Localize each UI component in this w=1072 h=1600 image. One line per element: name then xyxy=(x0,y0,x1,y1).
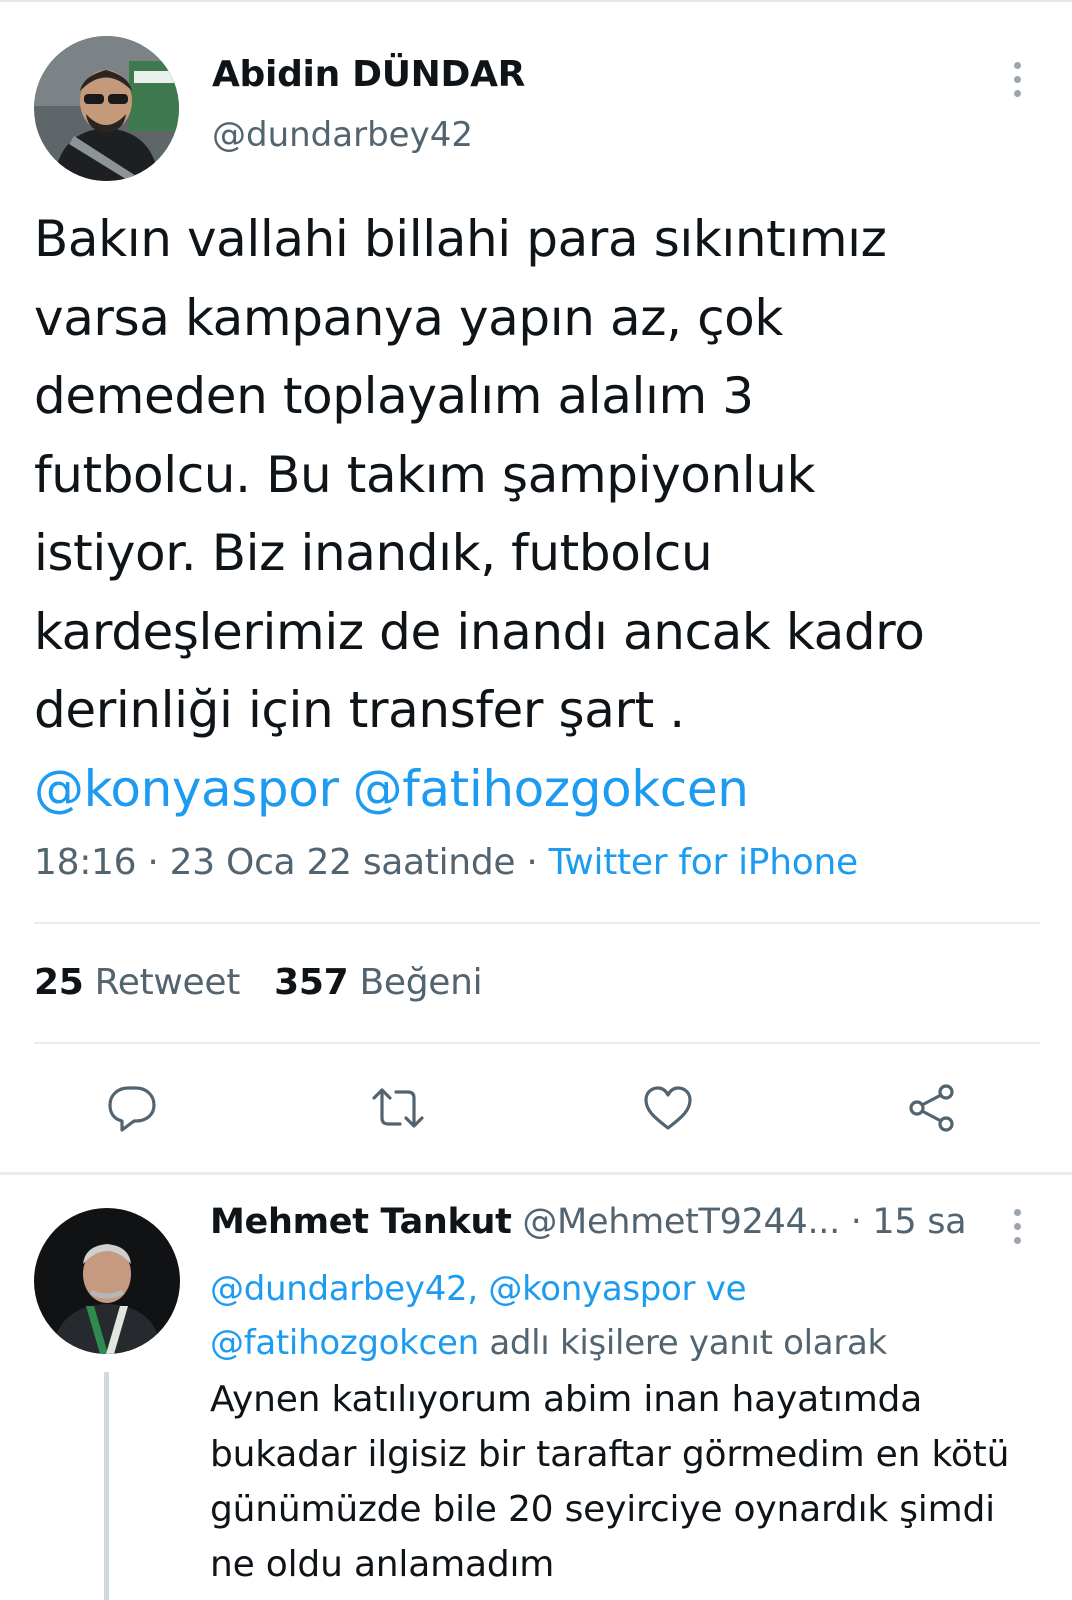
tweet-mentions: @konyaspor @fatihozgokcen xyxy=(34,750,1044,829)
reply-body: Aynen katılıyorum abim inan hayatımda bu… xyxy=(210,1372,1009,1592)
reply-author-handle[interactable]: @MehmetT9244... xyxy=(522,1202,840,1242)
share-icon xyxy=(909,1084,954,1132)
tweet-text-line: Bakın vallahi billahi para sıkıntımız xyxy=(34,210,887,268)
reply-icon xyxy=(108,1086,156,1132)
reply-text-line: Aynen katılıyorum abim inan hayatımda xyxy=(210,1379,923,1420)
tweet-stats: 25 Retweet 357 Beğeni xyxy=(34,962,483,1003)
divider xyxy=(34,922,1040,924)
like-count-link[interactable]: 357 Beğeni xyxy=(274,962,483,1003)
retweet-button[interactable] xyxy=(368,1080,428,1140)
like-label: Beğeni xyxy=(359,962,483,1003)
reply-author-name[interactable]: Mehmet Tankut xyxy=(210,1202,512,1242)
reply-more-options-icon[interactable] xyxy=(1012,1209,1022,1244)
retweet-count-link[interactable]: 25 Retweet xyxy=(34,962,240,1003)
section-divider xyxy=(0,1172,1072,1175)
reply-button[interactable] xyxy=(104,1080,164,1140)
replying-ve: ve xyxy=(695,1269,747,1309)
tweet-source-link[interactable]: Twitter for iPhone xyxy=(549,842,858,883)
author-name[interactable]: Abidin DÜNDAR xyxy=(212,54,525,95)
like-count: 357 xyxy=(274,962,349,1003)
like-button[interactable] xyxy=(640,1080,700,1140)
mention-link-fatihozgokcen[interactable]: @fatihozgokcen xyxy=(353,760,749,818)
tweet-text-line: istiyor. Biz inandık, futbolcu xyxy=(34,524,713,582)
retweet-icon xyxy=(372,1088,424,1128)
replying-mention-fatihozgokcen[interactable]: @fatihozgokcen xyxy=(210,1323,479,1363)
tweet-text-line: kardeşlerimiz de inandı ancak kadro xyxy=(34,602,925,661)
top-border xyxy=(0,0,1072,2)
reply-author-avatar[interactable] xyxy=(34,1208,180,1354)
tweet-body: Bakın vallahi billahi para sıkıntımız va… xyxy=(34,200,1044,828)
share-button[interactable] xyxy=(905,1080,965,1140)
retweet-label: Retweet xyxy=(94,962,241,1003)
divider xyxy=(34,1042,1040,1044)
author-handle[interactable]: @dundarbey42 xyxy=(212,115,473,155)
tweet-text-line: demeden toplayalım alalım 3 xyxy=(34,367,754,425)
more-options-icon[interactable] xyxy=(1012,62,1022,97)
reply-header: Mehmet Tankut @MehmetT9244... · 15 sa xyxy=(210,1202,967,1242)
replying-to: @dundarbey42, @konyaspor ve @fatihozgokce… xyxy=(210,1262,887,1370)
author-avatar[interactable] xyxy=(34,36,179,181)
replying-mentions[interactable]: @dundarbey42, @konyaspor xyxy=(210,1269,696,1309)
tweet-text-line: derinliği için transfer şart . xyxy=(34,681,685,739)
reply-text-line: günümüzde bile 20 seyirciye oynardık şim… xyxy=(210,1489,995,1530)
replying-suffix: adlı kişilere yanıt olarak xyxy=(478,1323,887,1363)
tweet-meta: 18:16 · 23 Oca 22 saatinde · Twitter for… xyxy=(34,842,858,883)
like-icon xyxy=(644,1086,692,1130)
mention-link-konyaspor[interactable]: @konyaspor xyxy=(34,760,339,818)
reply-text-line: ne oldu anlamadım xyxy=(210,1544,555,1585)
tweet-text-line: futbolcu. Bu takım şampiyonluk xyxy=(34,445,816,504)
thread-connector xyxy=(104,1372,109,1600)
tweet-text-line: varsa kampanya yapın az, çok xyxy=(34,288,783,347)
reply-text-line: bukadar ilgisiz bir taraftar görmedim en… xyxy=(210,1434,1010,1475)
retweet-count: 25 xyxy=(34,962,84,1003)
tweet-timestamp[interactable]: 18:16 · 23 Oca 22 saatinde · xyxy=(34,842,549,883)
reply-timestamp[interactable]: · 15 sa xyxy=(840,1202,967,1242)
